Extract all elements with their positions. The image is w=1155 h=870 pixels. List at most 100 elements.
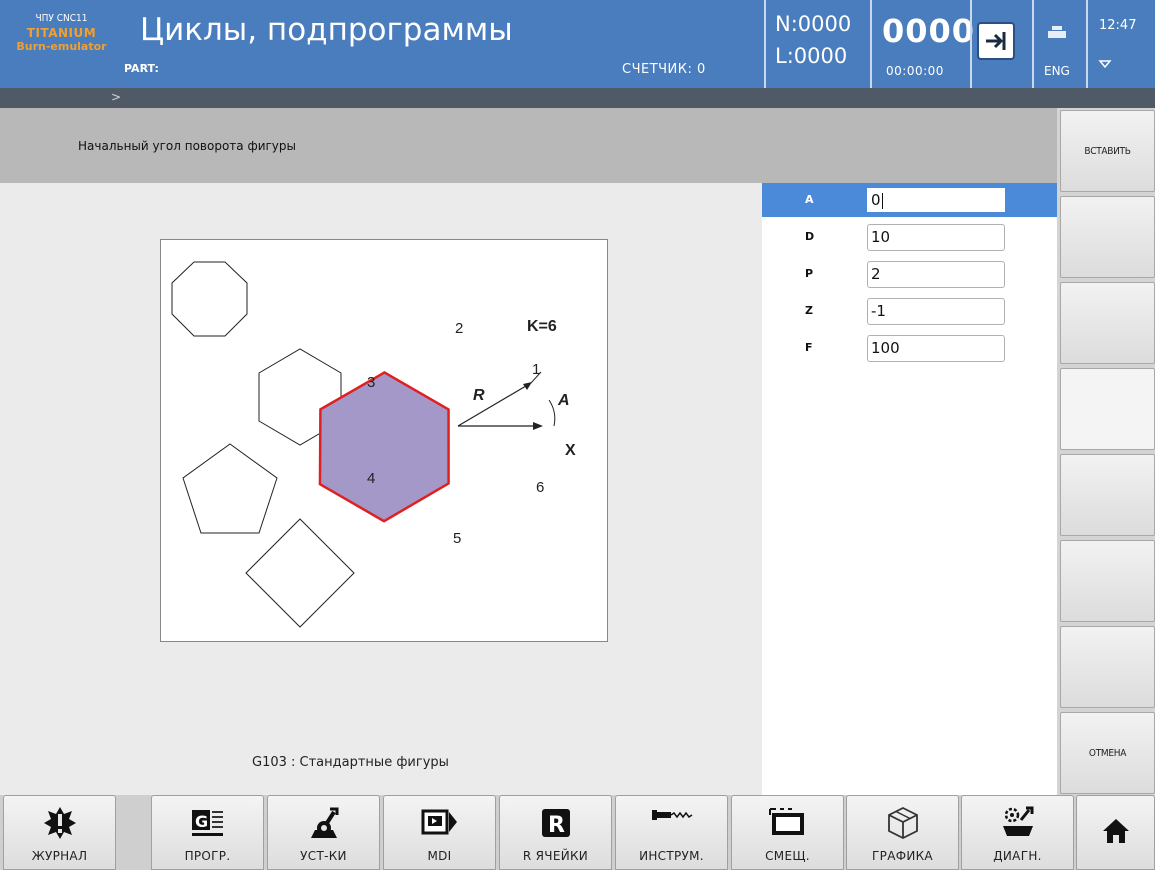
softkey-empty-3[interactable] [1060, 282, 1155, 364]
param-z-input[interactable]: -1 [867, 298, 1005, 325]
octagon-shape [171, 261, 248, 337]
softkey-empty-6[interactable] [1060, 540, 1155, 622]
offset-icon [768, 808, 804, 835]
param-name: Z [805, 304, 813, 317]
param-p-input[interactable]: 2 [867, 261, 1005, 288]
parameter-panel: A 0 D 10 P 2 Z -1 F 100 [762, 183, 1057, 795]
vertex-label: 5 [453, 530, 461, 547]
param-d-input[interactable]: 10 [867, 224, 1005, 251]
diagnostics-icon [1002, 806, 1033, 836]
softkey-column: ВСТАВИТЬ ОТМЕНА [1057, 108, 1155, 795]
home-button[interactable] [1076, 795, 1155, 870]
program-label: ПРОГР. [184, 849, 231, 863]
offset-button[interactable]: СМЕЩ. [731, 795, 844, 870]
breadcrumb: > [0, 88, 1155, 108]
elapsed-time: 00:00:00 [886, 64, 944, 78]
param-row-p[interactable]: P 2 [762, 257, 1057, 291]
n-value: N:0000 [775, 12, 852, 36]
journal-icon [43, 807, 76, 839]
nl-readout: N:0000 L:0000 [775, 8, 867, 72]
logo-line3: Burn-emulator [16, 40, 107, 53]
angle-arc [548, 399, 556, 427]
header-divider [764, 0, 766, 88]
offset-label: СМЕЩ. [765, 849, 810, 863]
svg-text:R: R [548, 813, 565, 838]
graphics-label: ГРАФИКА [872, 849, 933, 863]
exit-button[interactable] [977, 22, 1015, 60]
softkey-empty-7[interactable] [1060, 626, 1155, 708]
param-name: A [805, 193, 814, 206]
vertex-label: 3 [367, 374, 375, 391]
tool-button[interactable]: ИНСТРУМ. [615, 795, 728, 870]
home-icon [1102, 819, 1129, 843]
x-axis-arrow [533, 422, 543, 430]
param-row-a[interactable]: A 0 [762, 183, 1057, 217]
chevron-down-icon[interactable] [1097, 56, 1113, 72]
softkey-empty-4[interactable] [1060, 368, 1155, 450]
counter-readout: СЧЕТЧИК: 0 [622, 62, 706, 77]
header-divider [1086, 0, 1088, 88]
cycle-name: G103 : Стандартные фигуры [252, 755, 449, 770]
radius-arrow [523, 382, 532, 390]
tool-label: ИНСТРУМ. [639, 849, 704, 863]
hint-bar: Начальный угол поворота фигуры [0, 108, 1057, 183]
vertex-label: 1 [532, 361, 540, 378]
settings-button[interactable]: УСТ-КИ [267, 795, 380, 870]
keyboard-icon[interactable] [1047, 24, 1067, 40]
cancel-button[interactable]: ОТМЕНА [1060, 712, 1155, 794]
settings-icon [310, 807, 338, 838]
softkey-empty-5[interactable] [1060, 454, 1155, 536]
clock: 12:47 [1099, 18, 1137, 33]
mdi-button[interactable]: MDI [383, 795, 496, 870]
function-key-bar: ЖУРНАЛ G ПРОГР. УСТ-КИ MDI R R ЯЧЕЙКИ ИН… [0, 795, 1155, 870]
header-bar: ЧПУ CNC11 TITANIUM Burn-emulator Циклы, … [0, 0, 1155, 88]
parameter-hint: Начальный угол поворота фигуры [78, 139, 297, 153]
diamond-shape [245, 518, 355, 628]
exit-arrow-icon [986, 32, 1006, 50]
param-row-z[interactable]: Z -1 [762, 294, 1057, 328]
header-divider [970, 0, 972, 88]
logo-line2: TITANIUM [26, 26, 97, 40]
logo-line1: ЧПУ CNC11 [35, 13, 88, 24]
graphics-button[interactable]: ГРАФИКА [846, 795, 959, 870]
param-a-value: 0 [871, 191, 881, 209]
page-title: Циклы, подпрограммы [140, 12, 513, 48]
program-button[interactable]: G ПРОГР. [151, 795, 264, 870]
r-label: R [473, 387, 485, 404]
part-label: PART: [124, 62, 159, 75]
k-label: K=6 [527, 318, 557, 335]
language-indicator[interactable]: ENG [1044, 64, 1070, 78]
radius-line [457, 382, 532, 427]
param-f-input[interactable]: 100 [867, 335, 1005, 362]
program-number: 0000 [882, 12, 976, 50]
x-label: X [565, 442, 576, 459]
param-name: F [805, 341, 813, 354]
r-cells-button[interactable]: R R ЯЧЕЙКИ [499, 795, 612, 870]
diagnostics-button[interactable]: ДИАГН. [961, 795, 1074, 870]
header-divider [870, 0, 872, 88]
svg-text:G: G [195, 812, 208, 831]
vertex-label: 6 [536, 479, 544, 496]
program-icon: G [191, 810, 223, 836]
softkey-empty-2[interactable] [1060, 196, 1155, 278]
mdi-icon [421, 809, 457, 835]
shape-diagram: K=6 R A X 1 2 3 4 5 6 [160, 239, 608, 642]
main-area: K=6 R A X 1 2 3 4 5 6 G103 : Стандартные… [0, 183, 762, 795]
diagnostics-label: ДИАГН. [993, 849, 1042, 863]
vertex-label: 4 [367, 470, 375, 487]
param-name: D [805, 230, 815, 243]
param-a-input[interactable]: 0 [867, 188, 1005, 212]
l-value: L:0000 [775, 44, 848, 68]
param-name: P [805, 267, 814, 280]
tool-icon [651, 810, 692, 820]
graphics-icon [887, 806, 918, 840]
insert-button[interactable]: ВСТАВИТЬ [1060, 110, 1155, 192]
text-caret [881, 192, 883, 209]
breadcrumb-text: > [111, 90, 122, 104]
journal-label: ЖУРНАЛ [31, 849, 88, 863]
app-logo: ЧПУ CNC11 TITANIUM Burn-emulator [4, 12, 119, 72]
mdi-label: MDI [427, 849, 452, 863]
param-row-d[interactable]: D 10 [762, 220, 1057, 254]
journal-button[interactable]: ЖУРНАЛ [3, 795, 116, 870]
param-row-f[interactable]: F 100 [762, 331, 1057, 365]
